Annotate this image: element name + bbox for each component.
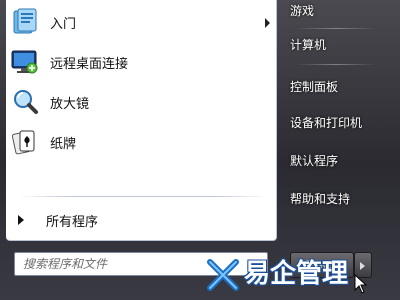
watermark-text: 易企管理 bbox=[244, 259, 349, 289]
getting-started-icon bbox=[10, 7, 40, 37]
program-item-solitaire[interactable]: 纸牌 bbox=[6, 124, 276, 160]
right-item-devices-printers[interactable]: 设备和打印机 bbox=[290, 112, 396, 134]
remote-desktop-icon bbox=[10, 47, 40, 77]
submenu-arrow-icon bbox=[265, 18, 270, 28]
all-programs-button[interactable]: 所有程序 bbox=[6, 206, 276, 234]
right-item-games[interactable]: 游戏 bbox=[290, 0, 396, 22]
program-item-getting-started[interactable]: 入门 bbox=[6, 4, 276, 40]
right-item-control-panel[interactable]: 控制面板 bbox=[290, 76, 396, 98]
right-item-help-support[interactable]: 帮助和支持 bbox=[290, 188, 396, 210]
all-programs-label: 所有程序 bbox=[46, 214, 99, 230]
expand-arrow-icon bbox=[18, 215, 24, 225]
right-item-computer[interactable]: 计算机 bbox=[290, 34, 396, 56]
divider bbox=[296, 28, 376, 29]
right-item-default-programs[interactable]: 默认程序 bbox=[290, 150, 396, 172]
program-label: 纸牌 bbox=[50, 136, 77, 152]
magnifier-icon bbox=[10, 87, 40, 117]
divider bbox=[296, 64, 376, 65]
divider bbox=[18, 196, 268, 197]
programs-panel: 入门 远程桌面连接 放大镜 纸牌 所有程序 bbox=[6, 0, 277, 241]
mouse-cursor-icon bbox=[354, 273, 368, 294]
solitaire-icon bbox=[10, 127, 40, 157]
program-item-magnifier[interactable]: 放大镜 bbox=[6, 84, 276, 120]
program-label: 入门 bbox=[50, 16, 77, 32]
program-label: 放大镜 bbox=[50, 96, 90, 112]
watermark-logo-icon bbox=[206, 258, 240, 292]
program-item-remote-desktop[interactable]: 远程桌面连接 bbox=[6, 44, 276, 80]
start-menu: 入门 远程桌面连接 放大镜 纸牌 所有程序 搜索程序和文件 游戏 计算机 控制面… bbox=[0, 0, 400, 300]
program-label: 远程桌面连接 bbox=[50, 56, 129, 72]
